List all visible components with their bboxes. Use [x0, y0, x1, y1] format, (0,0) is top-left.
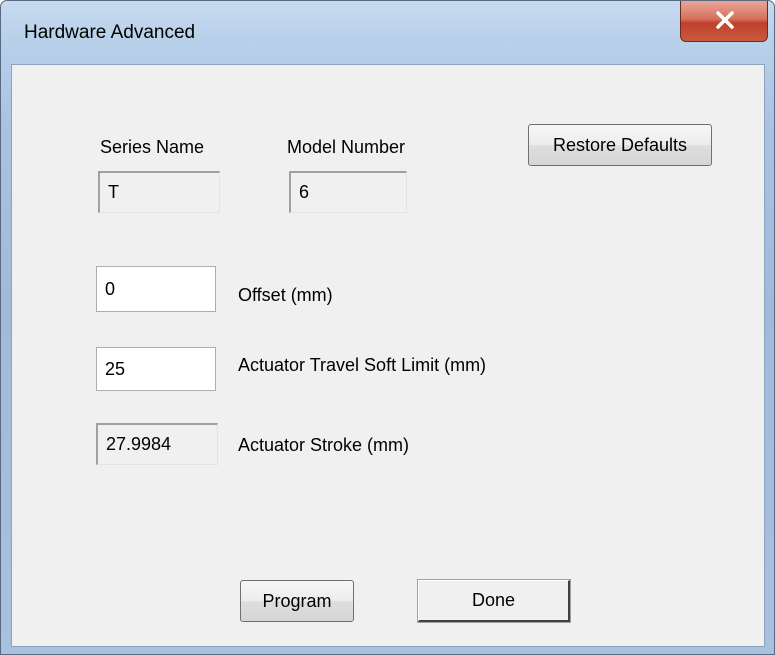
close-button[interactable] — [680, 1, 768, 42]
dialog-client-area: Series Name T Model Number 6 Restore Def… — [11, 64, 765, 647]
program-button[interactable]: Program — [240, 580, 354, 622]
model-number-label: Model Number — [287, 137, 406, 157]
dialog-window: Hardware Advanced Series Name T Model Nu… — [0, 0, 775, 655]
model-number-field: 6 — [289, 171, 407, 213]
restore-defaults-button[interactable]: Restore Defaults — [528, 124, 712, 166]
series-name-label: Series Name — [100, 137, 205, 157]
window-title: Hardware Advanced — [24, 22, 196, 43]
travel-soft-limit-label: Actuator Travel Soft Limit (mm) — [238, 355, 487, 375]
actuator-stroke-field: 27.9984 — [96, 423, 218, 465]
offset-label: Offset (mm) — [238, 285, 333, 305]
series-name-field: T — [98, 171, 220, 213]
close-x-icon — [716, 11, 734, 29]
travel-soft-limit-input[interactable]: 25 — [96, 347, 216, 391]
done-button[interactable]: Done — [417, 579, 571, 623]
actuator-stroke-label: Actuator Stroke (mm) — [238, 435, 410, 455]
offset-input[interactable]: 0 — [96, 266, 216, 312]
